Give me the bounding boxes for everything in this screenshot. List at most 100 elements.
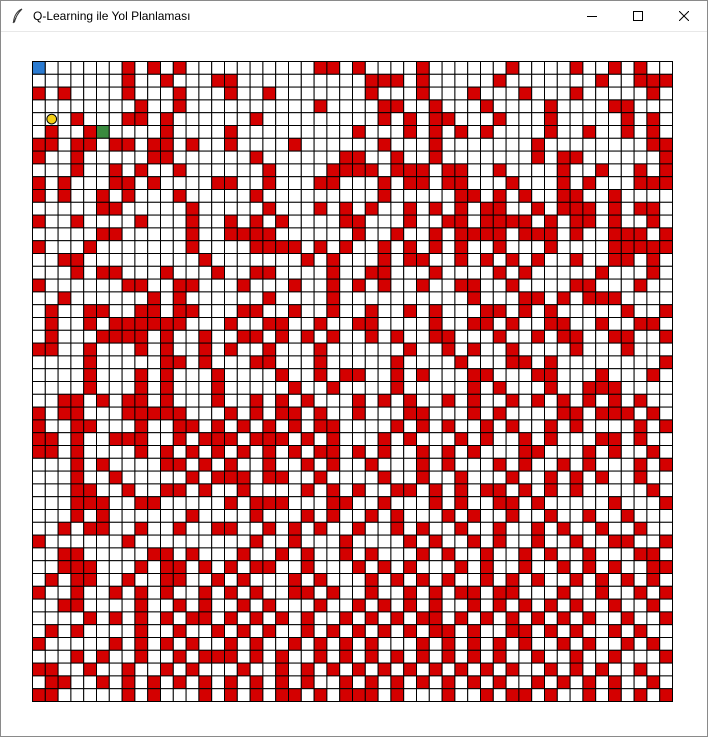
grid-cell <box>428 675 443 690</box>
grid-cell <box>288 201 302 216</box>
obstacle-cell <box>454 240 469 254</box>
obstacle-cell <box>134 445 149 459</box>
close-button[interactable] <box>661 1 707 31</box>
grid-cell <box>556 688 571 702</box>
grid-cell <box>32 163 46 178</box>
grid-cell <box>147 163 161 178</box>
grid-cell <box>364 393 379 408</box>
grid-cell <box>236 611 251 626</box>
grid-cell <box>416 585 430 600</box>
obstacle-cell <box>249 189 264 203</box>
grid-cell <box>467 61 482 75</box>
obstacle-cell <box>390 649 405 664</box>
grid-cell <box>160 598 174 613</box>
obstacle-cell <box>505 419 520 434</box>
grid-cell <box>121 163 136 178</box>
grid-cell <box>96 86 110 101</box>
obstacle-cell <box>313 688 328 702</box>
grid-cell <box>364 291 379 306</box>
path-planning-grid[interactable] <box>32 61 673 702</box>
grid-cell <box>326 547 341 562</box>
grid-cell <box>659 573 673 587</box>
grid-cell <box>262 61 277 75</box>
grid-cell <box>288 509 302 523</box>
grid-cell <box>313 611 328 626</box>
grid-cell <box>70 329 85 344</box>
obstacle-cell <box>147 304 161 318</box>
grid-cell <box>505 521 520 536</box>
grid-cell <box>108 189 123 203</box>
grid-cell <box>467 150 482 165</box>
grid-cell <box>198 291 213 306</box>
obstacle-cell <box>480 201 494 216</box>
obstacle-cell <box>275 393 289 408</box>
obstacle-cell <box>518 598 533 613</box>
grid-cell <box>224 61 238 75</box>
grid-cell <box>608 265 622 280</box>
grid-cell <box>569 304 584 318</box>
grid-cell <box>32 393 46 408</box>
grid-cell <box>454 86 469 101</box>
maximize-button[interactable] <box>615 1 661 31</box>
grid-cell <box>659 368 673 383</box>
obstacle-cell <box>595 317 610 331</box>
grid-cell <box>172 585 187 600</box>
obstacle-cell <box>428 112 443 127</box>
grid-cell <box>377 61 392 75</box>
grid-cell <box>313 112 328 127</box>
obstacle-cell <box>608 393 622 408</box>
grid-cell <box>531 598 546 613</box>
grid-cell <box>467 560 482 575</box>
grid-cell <box>339 598 354 613</box>
grid-cell <box>582 598 597 613</box>
grid-cell <box>134 457 149 472</box>
grid-cell <box>339 176 354 190</box>
grid-cell <box>249 547 264 562</box>
title-bar[interactable]: Q-Learning ile Yol Planlaması <box>1 1 707 32</box>
grid-cell <box>172 176 187 190</box>
obstacle-cell <box>198 675 213 690</box>
obstacle-cell <box>198 432 213 447</box>
grid-cell <box>198 419 213 434</box>
grid-cell <box>518 342 533 357</box>
grid-cell <box>403 470 418 485</box>
obstacle-cell <box>441 547 456 562</box>
grid-cell <box>121 445 136 459</box>
grid-cell <box>275 201 289 216</box>
grid-cell <box>262 137 277 152</box>
obstacle-cell <box>646 137 661 152</box>
obstacle-cell <box>70 253 85 267</box>
obstacle-cell <box>198 649 213 664</box>
grid-cell <box>300 649 315 664</box>
grid-cell <box>377 534 392 549</box>
grid-cell <box>441 189 456 203</box>
obstacle-cell <box>428 496 443 511</box>
obstacle-cell <box>83 304 98 318</box>
obstacle-cell <box>249 214 264 229</box>
obstacle-cell <box>608 227 622 242</box>
obstacle-cell <box>620 534 635 549</box>
minimize-button[interactable] <box>569 1 615 31</box>
grid-cell <box>224 393 238 408</box>
obstacle-cell <box>416 637 430 651</box>
obstacle-cell <box>262 432 277 447</box>
grid-cell <box>147 573 161 587</box>
grid-cell <box>32 201 46 216</box>
grid-cell <box>249 201 264 216</box>
grid-cell <box>556 649 571 664</box>
grid-cell <box>582 86 597 101</box>
obstacle-cell <box>224 317 238 331</box>
grid-cell <box>121 470 136 485</box>
obstacle-cell <box>441 393 456 408</box>
grid-cell <box>620 547 635 562</box>
grid-cell <box>300 73 315 88</box>
grid-cell <box>288 560 302 575</box>
grid-cell <box>608 662 622 677</box>
grid-cell <box>633 112 648 127</box>
obstacle-cell <box>633 432 648 447</box>
grid-cell <box>352 496 366 511</box>
obstacle-cell <box>198 342 213 357</box>
obstacle-cell <box>57 521 72 536</box>
grid-cell <box>313 457 328 472</box>
grid-cell <box>300 176 315 190</box>
